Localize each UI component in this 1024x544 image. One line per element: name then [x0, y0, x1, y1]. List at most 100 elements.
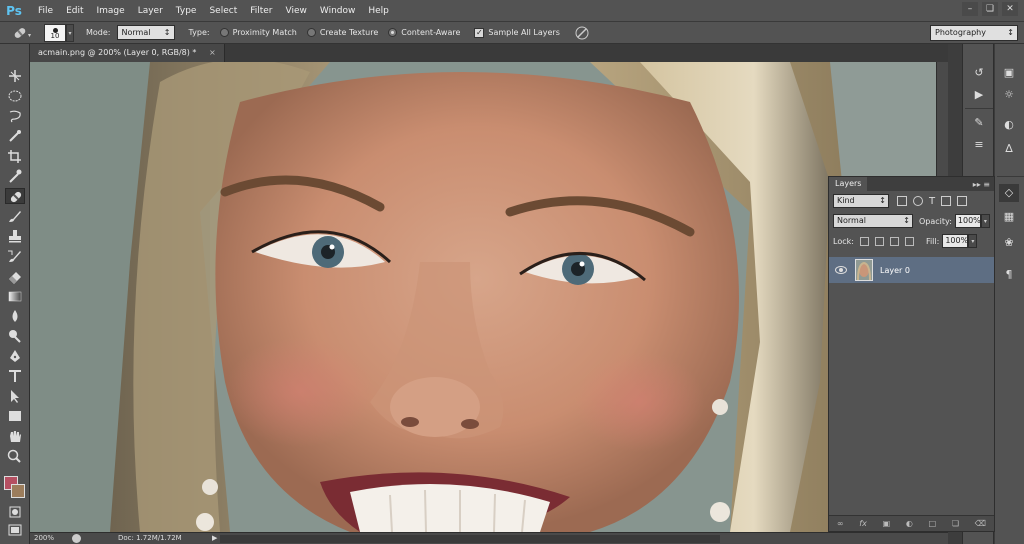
portrait-photo	[30, 62, 936, 532]
hand-tool-icon[interactable]	[5, 428, 25, 444]
pressure-size-icon[interactable]	[574, 25, 590, 41]
paragraph-panel-icon[interactable]: ¶	[999, 266, 1019, 284]
brush-panel-icon[interactable]: ✎	[969, 114, 989, 132]
rectangle-tool-icon[interactable]	[5, 408, 25, 424]
lock-row: Lock: Fill: 100% ▾	[829, 231, 994, 251]
restore-button[interactable]: ❏	[982, 2, 998, 16]
menu-edit[interactable]: Edit	[66, 6, 83, 16]
mode-select[interactable]: Normal	[116, 25, 175, 40]
kind-filter-select[interactable]: Kind	[833, 194, 889, 208]
horizontal-scrollbar[interactable]	[220, 535, 720, 543]
history-brush-tool-icon[interactable]	[5, 248, 25, 264]
actions-panel-icon[interactable]: ▶	[969, 86, 989, 104]
eyedropper-tool-icon[interactable]	[5, 168, 25, 184]
opacity-input[interactable]: 100%	[954, 214, 981, 228]
blend-mode-select[interactable]: Normal	[833, 214, 913, 228]
color-panel-icon[interactable]: ◐	[999, 116, 1019, 134]
quick-select-tool-icon[interactable]	[5, 128, 25, 144]
menu-type[interactable]: Type	[176, 6, 197, 16]
lock-all-icon[interactable]	[904, 236, 914, 246]
zoom-level[interactable]: 200%	[34, 533, 64, 544]
eraser-tool-icon[interactable]	[5, 268, 25, 284]
create-texture-label: Create Texture	[319, 28, 379, 37]
healing-brush-tool-icon[interactable]	[5, 188, 25, 204]
menu-help[interactable]: Help	[368, 6, 389, 16]
lock-transparency-icon[interactable]	[859, 236, 869, 246]
fill-dropdown-icon[interactable]: ▾	[968, 234, 978, 248]
menu-filter[interactable]: Filter	[250, 6, 272, 16]
background-color-swatch[interactable]	[11, 484, 25, 498]
path-select-tool-icon[interactable]	[5, 388, 25, 404]
layer-name[interactable]: Layer 0	[880, 266, 910, 275]
status-menu-arrow-icon[interactable]: ▶	[212, 533, 217, 544]
adjustments-panel-icon[interactable]: ☼	[999, 86, 1019, 104]
sample-all-layers-checkbox[interactable]: ✓	[474, 27, 485, 38]
fx-icon[interactable]: fx	[859, 519, 867, 528]
history-panel-icon[interactable]: ↺	[969, 64, 989, 82]
screen-mode-icon[interactable]	[5, 522, 25, 538]
panel-dock-icons-2: ▣ ☼ ◐ ∆ ◇ ▦ ❀ ¶	[995, 44, 1024, 544]
close-button[interactable]: ✕	[1002, 2, 1018, 16]
workspace-switcher[interactable]: Photography	[930, 25, 1018, 41]
zoom-tool-icon[interactable]	[5, 448, 25, 464]
canvas[interactable]	[30, 62, 936, 532]
move-tool-icon[interactable]	[5, 68, 25, 84]
proximity-match-radio[interactable]	[219, 28, 229, 37]
folder-icon[interactable]: □	[929, 519, 937, 528]
layers-panel-icon[interactable]: ◇	[999, 184, 1019, 202]
content-aware-radio[interactable]	[388, 28, 398, 37]
navigator-panel-icon[interactable]: ▣	[999, 64, 1019, 82]
content-aware-label: Content-Aware	[401, 28, 461, 37]
new-layer-icon[interactable]: ❏	[952, 519, 959, 528]
document-tab-title: acmain.png @ 200% (Layer 0, RGB/8) *	[38, 48, 197, 57]
status-info-icon[interactable]	[72, 534, 81, 543]
type-filter-icon[interactable]: T	[929, 196, 935, 207]
lock-position-icon[interactable]	[889, 236, 899, 246]
brush-picker-arrow-icon[interactable]: ▾	[66, 23, 74, 42]
marquee-tool-icon[interactable]	[5, 88, 25, 104]
lock-pixels-icon[interactable]	[874, 236, 884, 246]
menu-select[interactable]: Select	[209, 6, 237, 16]
document-tab[interactable]: acmain.png @ 200% (Layer 0, RGB/8) * ×	[30, 44, 225, 62]
link-icon[interactable]: ∞	[837, 519, 844, 528]
dodge-tool-icon[interactable]	[5, 328, 25, 344]
adjustment-filter-icon[interactable]	[913, 196, 923, 206]
fill-input[interactable]: 100%	[942, 234, 969, 248]
channels-panel-icon[interactable]: ▦	[999, 208, 1019, 226]
shape-filter-icon[interactable]	[941, 196, 952, 206]
gradient-tool-icon[interactable]	[5, 288, 25, 304]
menu-file[interactable]: File	[38, 6, 53, 16]
clone-stamp-tool-icon[interactable]	[5, 228, 25, 244]
quick-mask-icon[interactable]	[5, 504, 25, 520]
smart-object-filter-icon[interactable]	[957, 196, 968, 206]
crop-tool-icon[interactable]	[5, 148, 25, 164]
create-texture-radio[interactable]	[306, 28, 316, 37]
brush-tool-icon[interactable]	[5, 208, 25, 224]
blend-row: Normal Opacity: 100% ▾	[829, 211, 994, 231]
trash-icon[interactable]: ⌫	[975, 519, 986, 528]
adjustment-icon[interactable]: ◐	[906, 519, 913, 528]
paths-panel-icon[interactable]: ❀	[999, 234, 1019, 252]
close-tab-icon[interactable]: ×	[209, 48, 216, 57]
visibility-eye-icon[interactable]	[835, 266, 847, 274]
clone-source-icon[interactable]: ≡	[969, 136, 989, 154]
menu-image[interactable]: Image	[97, 6, 125, 16]
layers-panel-header: Layers ▸▸ ≡	[829, 177, 994, 191]
mask-icon[interactable]: ▣	[883, 519, 891, 528]
swatches-panel-icon[interactable]: ∆	[999, 140, 1019, 158]
brush-size-picker[interactable]: 10	[44, 23, 66, 42]
lasso-tool-icon[interactable]	[5, 108, 25, 124]
tool-preset-picker[interactable]: ▾	[8, 24, 34, 42]
pixel-filter-icon[interactable]	[897, 196, 907, 206]
type-tool-icon[interactable]	[5, 368, 25, 384]
menu-layer[interactable]: Layer	[138, 6, 163, 16]
layers-tab[interactable]: Layers	[829, 177, 868, 191]
menu-view[interactable]: View	[286, 6, 307, 16]
menu-window[interactable]: Window	[320, 6, 356, 16]
opacity-dropdown-icon[interactable]: ▾	[980, 214, 990, 228]
pen-tool-icon[interactable]	[5, 348, 25, 364]
panel-menu-icon[interactable]: ▸▸ ≡	[973, 180, 990, 189]
minimize-button[interactable]: –	[962, 2, 978, 16]
layer-row[interactable]: Layer 0	[829, 257, 994, 283]
blur-tool-icon[interactable]	[5, 308, 25, 324]
